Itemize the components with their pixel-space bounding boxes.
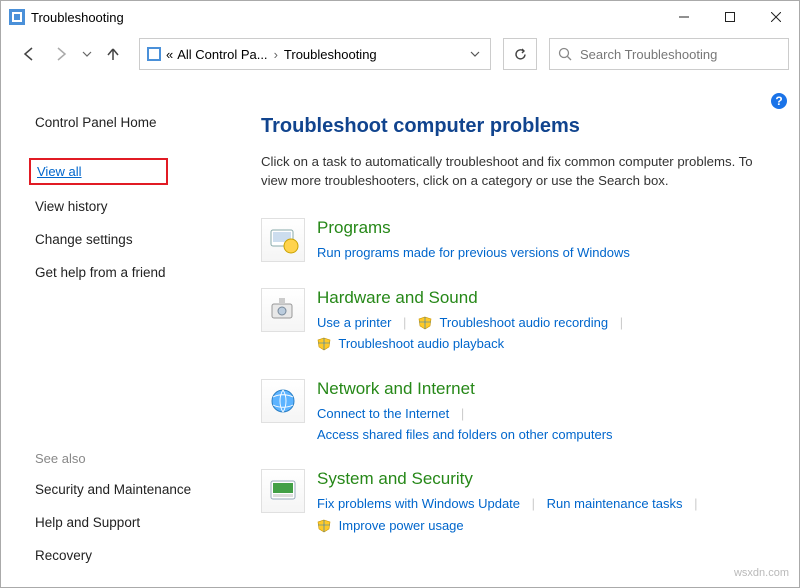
programs-icon (261, 218, 305, 262)
window-title: Troubleshooting (31, 10, 661, 25)
main-panel: Troubleshoot computer problems Click on … (241, 75, 799, 587)
toolbar: « All Control Pa... › Troubleshooting Se… (1, 33, 799, 75)
recovery-link[interactable]: Recovery (35, 548, 241, 563)
network-icon (261, 379, 305, 423)
search-placeholder: Search Troubleshooting (580, 47, 717, 62)
address-dropdown[interactable] (464, 47, 486, 62)
minimize-button[interactable] (661, 1, 707, 33)
shield-icon (317, 337, 331, 351)
control-panel-home-link[interactable]: Control Panel Home (35, 115, 241, 130)
forward-button[interactable] (47, 40, 75, 68)
change-settings-link[interactable]: Change settings (35, 232, 241, 247)
control-panel-icon (146, 46, 162, 62)
link-divider: | (403, 315, 406, 330)
sidebar: Control Panel Home View all View history… (1, 75, 241, 587)
category-title[interactable]: Network and Internet (317, 379, 775, 399)
category-title[interactable]: Hardware and Sound (317, 288, 775, 308)
security-maintenance-link[interactable]: Security and Maintenance (35, 482, 241, 497)
page-description: Click on a task to automatically trouble… (261, 152, 775, 190)
maximize-button[interactable] (707, 1, 753, 33)
category-title[interactable]: System and Security (317, 469, 775, 489)
link-divider: | (461, 406, 464, 421)
see-also-label: See also (35, 451, 241, 466)
app-icon (9, 9, 25, 25)
content-area: Control Panel Home View all View history… (1, 75, 799, 587)
titlebar: Troubleshooting (1, 1, 799, 33)
category-hardware: Hardware and Sound Use a printer | Troub… (261, 288, 775, 355)
link-divider: | (532, 496, 535, 511)
help-icon[interactable]: ? (771, 93, 787, 109)
audio-playback-link[interactable]: Troubleshoot audio playback (338, 336, 504, 351)
back-button[interactable] (15, 40, 43, 68)
view-all-highlight: View all (29, 158, 168, 185)
breadcrumb-prefix: « (166, 47, 173, 62)
link-divider: | (694, 496, 697, 511)
breadcrumb-sep: › (274, 47, 278, 62)
help-support-link[interactable]: Help and Support (35, 515, 241, 530)
access-shared-link[interactable]: Access shared files and folders on other… (317, 427, 613, 442)
category-network: Network and Internet Connect to the Inte… (261, 379, 775, 446)
refresh-button[interactable] (503, 38, 537, 70)
view-all-link[interactable]: View all (31, 164, 82, 179)
address-bar[interactable]: « All Control Pa... › Troubleshooting (139, 38, 491, 70)
power-usage-link[interactable]: Improve power usage (339, 518, 464, 533)
windows-update-link[interactable]: Fix problems with Windows Update (317, 496, 520, 511)
search-box[interactable]: Search Troubleshooting (549, 38, 789, 70)
close-button[interactable] (753, 1, 799, 33)
maintenance-tasks-link[interactable]: Run maintenance tasks (547, 496, 683, 511)
recent-dropdown[interactable] (79, 40, 95, 68)
up-button[interactable] (99, 40, 127, 68)
shield-icon (317, 519, 331, 533)
category-programs: Programs Run programs made for previous … (261, 218, 775, 263)
audio-recording-link[interactable]: Troubleshoot audio recording (439, 315, 608, 330)
category-system: System and Security Fix problems with Wi… (261, 469, 775, 536)
run-compat-link[interactable]: Run programs made for previous versions … (317, 245, 630, 260)
get-help-link[interactable]: Get help from a friend (35, 265, 241, 280)
search-icon (558, 47, 572, 61)
see-also-section: See also Security and Maintenance Help a… (35, 451, 241, 563)
system-icon (261, 469, 305, 513)
connect-internet-link[interactable]: Connect to the Internet (317, 406, 449, 421)
breadcrumb-item[interactable]: All Control Pa... (177, 47, 267, 62)
watermark: wsxdn.com (734, 567, 789, 579)
link-divider: | (620, 315, 623, 330)
breadcrumb-item[interactable]: Troubleshooting (284, 47, 377, 62)
hardware-icon (261, 288, 305, 332)
shield-icon (418, 316, 432, 330)
page-title: Troubleshoot computer problems (261, 115, 775, 138)
category-title[interactable]: Programs (317, 218, 775, 238)
view-history-link[interactable]: View history (35, 199, 241, 214)
use-printer-link[interactable]: Use a printer (317, 315, 391, 330)
